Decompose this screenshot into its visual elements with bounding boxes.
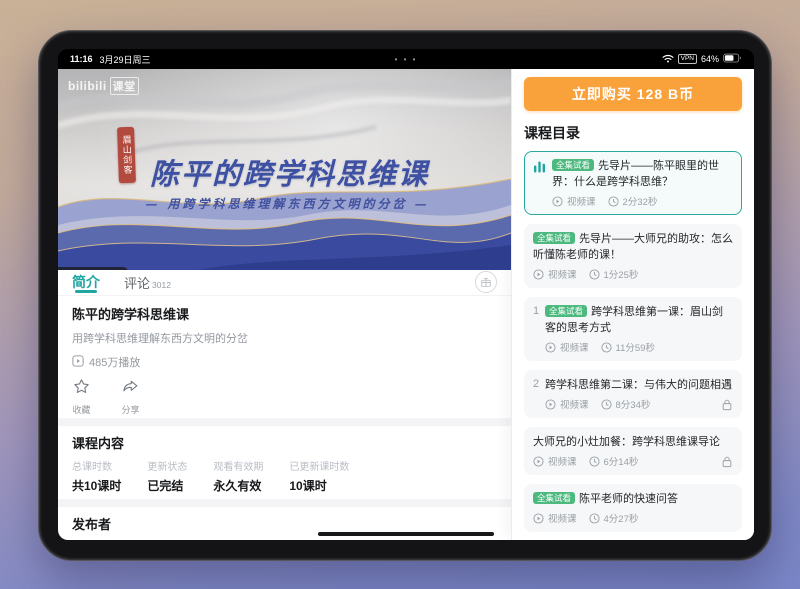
clock-icon <box>589 269 600 280</box>
publisher-title: 发布者 <box>72 514 497 533</box>
play-circle-icon <box>552 196 563 207</box>
ketang-box: 课堂 <box>110 77 139 95</box>
episode-item-current[interactable]: 全集试看先导片——陈平眼里的世界：什么是跨学科思维？ 视频课 2分32秒 <box>524 151 742 215</box>
clock-icon <box>601 399 612 410</box>
trial-badge: 全集试看 <box>545 305 587 317</box>
episode-title: 全集试看先导片——大师兄的助攻：怎么听懂陈老师的课！ <box>533 231 733 263</box>
episode-title: 全集试看先导片——陈平眼里的世界：什么是跨学科思维？ <box>552 158 733 190</box>
episode-item[interactable]: 2 跨学科思维第二课：与伟大的问题相遇 视频课 8分34秒 <box>524 370 742 418</box>
section-divider <box>58 418 511 426</box>
lock-icon <box>721 398 733 411</box>
episode-item[interactable]: 全集试看先导片——大师兄的助攻：怎么听懂陈老师的课！ 视频课 1分25秒 <box>524 224 742 288</box>
share-button[interactable]: 分享 <box>121 377 140 416</box>
battery-icon <box>723 53 742 65</box>
clock-icon <box>601 342 612 353</box>
episode-meta: 视频课 2分32秒 <box>552 194 733 208</box>
episode-number: 2 <box>533 377 545 411</box>
battery-percent: 64% <box>701 54 719 64</box>
episode-title: 大师兄的小灶加餐：跨学科思维课导论 <box>533 434 733 450</box>
action-row: 收藏 分享 <box>72 377 497 416</box>
status-date: 3月29日周三 <box>100 53 151 66</box>
star-icon <box>72 377 91 401</box>
episode-item[interactable]: 1 全集试看跨学科思维第一课：眉山剑客的思考方式 视频课 11分59秒 <box>524 297 742 361</box>
play-circle-icon <box>545 399 556 410</box>
trial-badge: 全集试看 <box>533 232 575 244</box>
episode-title: 跨学科思维第二课：与伟大的问题相遇 <box>545 377 733 393</box>
play-count-text: 485万播放 <box>89 354 140 370</box>
course-subtitle: 用跨学科思维理解东西方文明的分岔 <box>72 330 497 346</box>
play-circle-icon <box>533 513 544 524</box>
episode-meta: 视频课 4分27秒 <box>533 511 733 525</box>
section-divider <box>58 499 511 507</box>
course-cover-image: bilibili 课堂 眉山剑客 陈平的跨学科思维课 — 用跨学科思维理解东西方… <box>58 69 511 270</box>
episode-meta: 视频课 1分25秒 <box>533 267 733 281</box>
favorite-button[interactable]: 收藏 <box>72 377 91 416</box>
tab-bar: 简介 评论 3012 <box>58 270 511 296</box>
status-time: 11:16 <box>70 54 93 64</box>
course-info: 陈平的跨学科思维课 用跨学科思维理解东西方文明的分岔 485万播放 <box>58 296 511 418</box>
left-column: bilibili 课堂 眉山剑客 陈平的跨学科思维课 — 用跨学科思维理解东西方… <box>58 69 511 540</box>
bilibili-logo: bilibili 课堂 <box>68 77 139 95</box>
now-playing-icon <box>533 160 546 208</box>
play-count: 485万播放 <box>72 354 497 370</box>
episode-meta: 视频课 11分59秒 <box>545 340 733 354</box>
course-stats: 总课时数 共10课时 更新状态 已完结 观看有效期 永久有效 已更新课时数 <box>72 458 497 494</box>
share-label: 分享 <box>121 403 139 416</box>
cover-subtitle: — 用跨学科思维理解东西方文明的分岔 — <box>78 195 497 212</box>
play-circle-icon <box>545 342 556 353</box>
trial-badge: 全集试看 <box>552 159 594 171</box>
home-indicator[interactable] <box>318 532 494 536</box>
bilibili-wordmark: bilibili <box>68 79 107 93</box>
vpn-badge: VPN <box>678 54 697 64</box>
course-title: 陈平的跨学科思维课 <box>72 304 497 323</box>
episode-meta: 视频课 8分34秒 <box>545 397 733 411</box>
trial-badge: 全集试看 <box>533 492 575 504</box>
clock-icon <box>608 196 619 207</box>
stat-update-status: 更新状态 已完结 <box>147 458 187 494</box>
stat-validity: 观看有效期 永久有效 <box>213 458 263 494</box>
stat-updated-lessons: 已更新课时数 10课时 <box>289 458 349 494</box>
cover-title: 陈平的跨学科思维课 <box>98 151 481 193</box>
episode-title: 全集试看跨学科思维第一课：眉山剑客的思考方式 <box>545 304 733 336</box>
play-count-icon <box>72 355 84 370</box>
episode-title: 全集试看陈平老师的快速问答 <box>533 491 733 507</box>
tab-comments[interactable]: 评论 3012 <box>124 273 171 292</box>
course-content-title: 课程内容 <box>72 433 497 452</box>
stat-total-lessons: 总课时数 共10课时 <box>72 458 121 494</box>
promo-badge-icon[interactable] <box>475 271 497 293</box>
share-icon <box>121 377 140 401</box>
clock-icon <box>589 456 600 467</box>
episode-item[interactable]: 大师兄的小灶加餐：跨学科思维课导论 视频课 6分14秒 <box>524 427 742 475</box>
wifi-icon <box>662 54 674 65</box>
episode-meta: 视频课 6分14秒 <box>533 454 733 468</box>
tab-comments-count: 3012 <box>152 280 171 290</box>
ipad-screen: 11:16 3月29日周三 • • • VPN 64% <box>58 49 754 540</box>
buy-button[interactable]: 立即购买 128 B币 <box>524 77 742 111</box>
clock-icon <box>589 513 600 524</box>
multitask-dots-icon[interactable]: • • • <box>395 55 418 64</box>
play-circle-icon <box>533 456 544 467</box>
ipad-frame: 11:16 3月29日周三 • • • VPN 64% <box>38 30 772 561</box>
lock-icon <box>721 455 733 468</box>
course-content-section: 课程内容 总课时数 共10课时 更新状态 已完结 观看有效期 永久有效 <box>58 426 511 499</box>
tab-intro[interactable]: 简介 <box>72 270 100 295</box>
catalog-panel: 立即购买 128 B币 课程目录 全集试看先导片——陈平眼里的世界：什么是跨学科… <box>511 69 754 540</box>
episode-number: 1 <box>533 304 545 354</box>
episode-list: 全集试看先导片——陈平眼里的世界：什么是跨学科思维？ 视频课 2分32秒 <box>524 151 742 540</box>
catalog-title: 课程目录 <box>524 123 742 143</box>
episode-item[interactable]: 全集试看陈平老师的快速问答 视频课 4分27秒 <box>524 484 742 532</box>
favorite-label: 收藏 <box>72 403 90 416</box>
status-bar: 11:16 3月29日周三 • • • VPN 64% <box>58 49 754 69</box>
app-content: bilibili 课堂 眉山剑客 陈平的跨学科思维课 — 用跨学科思维理解东西方… <box>58 69 754 540</box>
play-circle-icon <box>533 269 544 280</box>
tab-comments-label: 评论 <box>124 273 150 292</box>
